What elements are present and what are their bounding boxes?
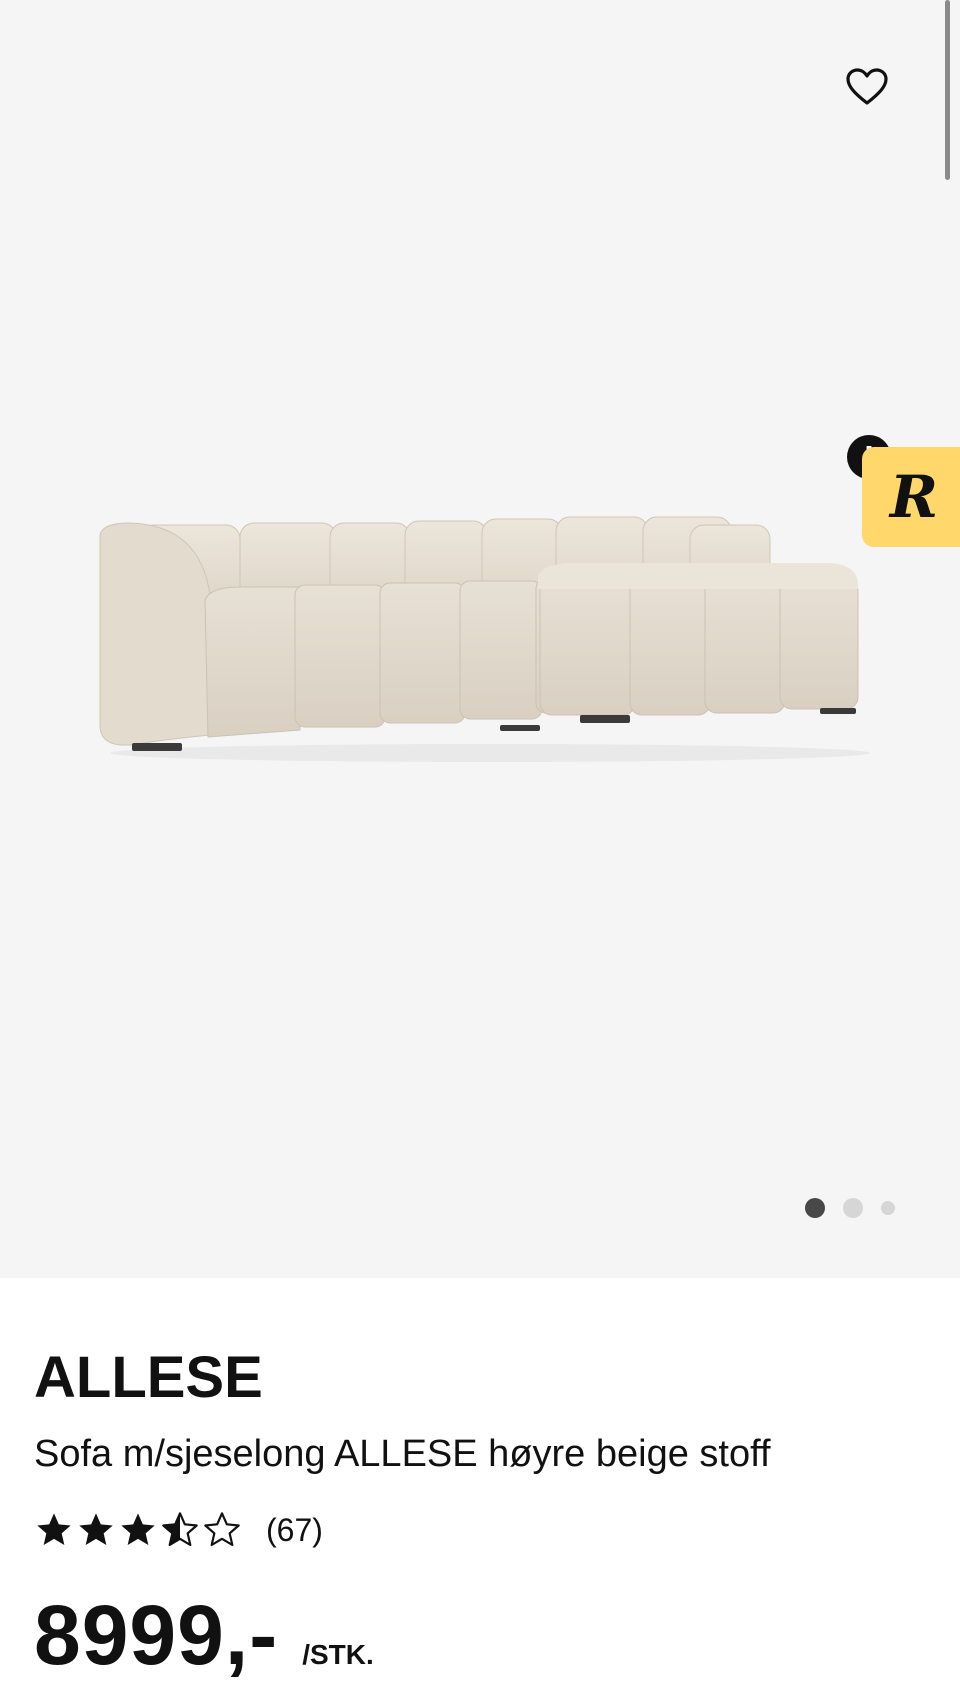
star-filled-icon — [121, 1513, 155, 1545]
review-count[interactable]: (67) — [266, 1512, 323, 1549]
star-filled-icon — [79, 1513, 113, 1545]
rating-stars — [34, 1510, 244, 1550]
pagination-dot-3[interactable] — [881, 1201, 895, 1215]
pagination-dot-2[interactable] — [843, 1198, 863, 1218]
price-unit: /STK. — [302, 1639, 374, 1670]
star-filled-icon — [37, 1513, 71, 1545]
price-row: 8999,- /STK. — [34, 1585, 374, 1685]
star-empty-icon — [204, 1512, 240, 1547]
gallery-pagination — [805, 1196, 895, 1220]
star-half-icon — [162, 1512, 198, 1547]
product-image-gallery[interactable]: i R — [0, 0, 960, 1278]
heart-outline-icon — [846, 68, 888, 105]
scrollbar[interactable] — [945, 0, 950, 180]
badge-logo-icon: R — [889, 463, 939, 531]
product-image-sofa — [90, 505, 870, 765]
product-price: 8999,- — [34, 1588, 279, 1682]
product-page: i R ALLESE Sofa m/sjeselong ALLESE høyre… — [0, 0, 960, 1696]
favorite-button[interactable] — [845, 65, 889, 109]
pagination-dot-1[interactable] — [805, 1198, 825, 1218]
reseller-badge[interactable]: R — [862, 447, 960, 547]
product-description: Sofa m/sjeselong ALLESE høyre beige stof… — [34, 1433, 771, 1475]
product-rating[interactable]: (67) — [34, 1505, 323, 1555]
product-name: ALLESE — [34, 1345, 263, 1410]
